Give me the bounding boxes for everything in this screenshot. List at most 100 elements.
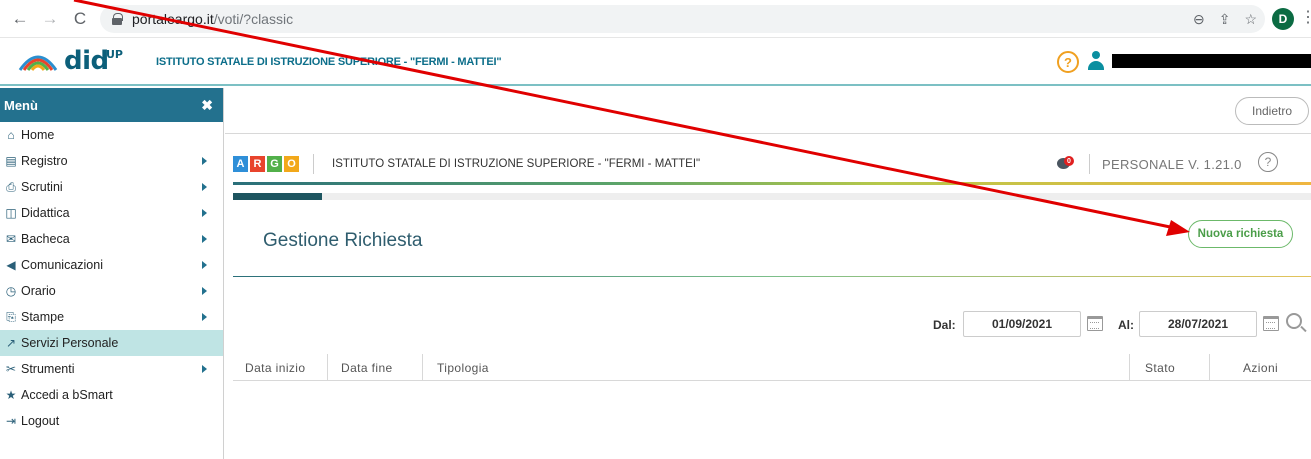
chevron-right-icon <box>202 235 207 243</box>
column-header[interactable]: Data fine <box>341 361 393 375</box>
column-header[interactable]: Data inizio <box>245 361 305 375</box>
version-label: PERSONALE V. 1.21.0 <box>1102 157 1242 172</box>
to-date-input[interactable]: 28/07/2021 <box>1139 311 1257 337</box>
column-header: Azioni <box>1243 361 1279 375</box>
chevron-right-icon <box>202 261 207 269</box>
menu-item-icon: ⇥ <box>5 414 17 428</box>
table-header: Data inizio Data fine Tipologia Stato Az… <box>233 354 1311 381</box>
address-bar[interactable]: portaleargo.it/voti/?classic ⊖ ⇪ ☆ <box>100 5 1265 33</box>
didup-logo-text: did <box>64 46 109 76</box>
didup-logo-icon <box>18 55 58 71</box>
chevron-right-icon <box>202 209 207 217</box>
sidebar-item-logout[interactable]: ⇥ Logout <box>0 408 223 434</box>
browser-menu-icon[interactable]: ⋮ <box>1300 9 1311 27</box>
sidebar-item-label: Accedi a bSmart <box>21 388 113 402</box>
menu-item-icon: ✂ <box>5 362 17 376</box>
reload-button[interactable]: C <box>68 7 92 31</box>
calendar-icon[interactable] <box>1263 316 1279 331</box>
sidebar-item-strumenti[interactable]: ✂ Strumenti <box>0 356 223 382</box>
sidebar-item-home[interactable]: ⌂ Home <box>0 122 223 148</box>
sidebar-item-comunicazioni[interactable]: ◀ Comunicazioni <box>0 252 223 278</box>
argo-logo: ARGO <box>233 156 299 172</box>
argo-logo-letter: R <box>250 156 265 172</box>
sidebar-item-orario[interactable]: ◷ Orario <box>0 278 223 304</box>
page-title: Gestione Richiesta <box>263 230 423 251</box>
lock-icon[interactable] <box>112 13 123 25</box>
argo-school-name: ISTITUTO STATALE DI ISTRUZIONE SUPERIORE… <box>332 158 701 170</box>
sidebar-item-bacheca[interactable]: ✉ Bacheca <box>0 226 223 252</box>
chevron-right-icon <box>202 183 207 191</box>
sidebar-item-label: Strumenti <box>21 362 75 376</box>
column-header[interactable]: Tipologia <box>437 361 489 375</box>
from-date-input[interactable]: 01/09/2021 <box>963 311 1081 337</box>
main-content: Indietro ARGO ISTITUTO STATALE DI ISTRUZ… <box>225 88 1311 459</box>
share-icon[interactable]: ⇪ <box>1219 11 1231 28</box>
zoom-icon[interactable]: ⊖ <box>1193 11 1205 28</box>
sidebar-item-label: Servizi Personale <box>21 336 119 350</box>
close-icon[interactable]: ✖ <box>201 97 213 114</box>
browser-toolbar: ← → C portaleargo.it/voti/?classic ⊖ ⇪ ☆… <box>0 0 1311 38</box>
from-label: Dal: <box>933 318 956 332</box>
bookmark-star-icon[interactable]: ☆ <box>1244 11 1257 28</box>
didup-logo-sup: UP <box>106 48 123 61</box>
sidebar-item-label: Home <box>21 128 55 142</box>
menu-item-icon: ◀ <box>6 258 16 272</box>
menu-item-icon: ◫ <box>5 206 17 220</box>
profile-avatar[interactable]: D <box>1272 8 1294 30</box>
progress-bar <box>233 193 1311 200</box>
url-path: /voti/?classic <box>213 11 294 27</box>
menu-header: Menù ✖ <box>0 88 223 122</box>
back-page-button[interactable]: Indietro <box>1235 97 1309 125</box>
sidebar-item-label: Registro <box>21 154 68 168</box>
progress-fill <box>233 193 322 200</box>
gradient-divider <box>233 182 1311 185</box>
sidebar-item-servizi-personale[interactable]: ↗ Servizi Personale <box>0 330 223 356</box>
to-label: Al: <box>1118 318 1134 332</box>
user-name-redacted <box>1112 54 1311 68</box>
divider <box>313 154 314 174</box>
title-divider <box>233 276 1311 277</box>
column-divider <box>422 354 423 381</box>
sidebar-item-label: Stampe <box>21 310 65 324</box>
chevron-right-icon <box>202 313 207 321</box>
column-header[interactable]: Stato <box>1145 361 1175 375</box>
sidebar-item-stampe[interactable]: ⎘ Stampe <box>0 304 223 330</box>
sidebar-item-registro[interactable]: ▤ Registro <box>0 148 223 174</box>
forward-button[interactable]: → <box>38 7 62 31</box>
sidebar-item-scrutini[interactable]: ⎙ Scrutini <box>0 174 223 200</box>
user-icon[interactable] <box>1088 51 1104 71</box>
menu-item-icon: ◷ <box>5 284 17 298</box>
sidebar-item-label: Scrutini <box>21 180 63 194</box>
menu-item-icon: ⎘ <box>6 309 16 324</box>
menu-item-icon: ↗ <box>5 336 17 350</box>
address-bar-actions: ⊖ ⇪ ☆ <box>1193 5 1257 33</box>
back-button[interactable]: ← <box>8 7 32 31</box>
sidebar-menu: Menù ✖ ⌂ Home ▤ Registro ⎙ Scrutini ◫ Didattica… <box>0 88 224 459</box>
calendar-icon[interactable] <box>1087 316 1103 331</box>
divider <box>1089 154 1090 174</box>
help-icon[interactable]: ? <box>1057 51 1079 73</box>
argo-logo-letter: O <box>284 156 299 172</box>
url-host: portaleargo.it <box>132 11 214 27</box>
sidebar-item-didattica[interactable]: ◫ Didattica <box>0 200 223 226</box>
sidebar-item-label: Logout <box>21 414 60 428</box>
menu-item-icon: ⌂ <box>7 128 15 142</box>
notification-badge: 0 <box>1064 156 1074 166</box>
sidebar-item-label: Comunicazioni <box>21 258 103 272</box>
notifications-icon[interactable]: 0 <box>1057 156 1075 172</box>
new-request-button[interactable]: Nuova richiesta <box>1188 220 1293 248</box>
menu-title: Menù <box>4 97 38 113</box>
sidebar-item-label: Bacheca <box>21 232 70 246</box>
chevron-right-icon <box>202 157 207 165</box>
column-divider <box>1209 354 1210 381</box>
chevron-right-icon <box>202 365 207 373</box>
menu-item-icon: ▤ <box>5 154 17 168</box>
menu-item-icon: ★ <box>5 388 17 402</box>
argo-bar: ARGO ISTITUTO STATALE DI ISTRUZIONE SUPE… <box>225 144 1311 185</box>
version-help-icon[interactable]: ? <box>1258 152 1278 172</box>
sidebar-item-accedi-a-bsmart[interactable]: ★ Accedi a bSmart <box>0 382 223 408</box>
argo-logo-letter: G <box>267 156 282 172</box>
menu-item-icon: ✉ <box>5 232 17 246</box>
column-divider <box>1129 354 1130 381</box>
search-icon[interactable] <box>1286 313 1302 329</box>
